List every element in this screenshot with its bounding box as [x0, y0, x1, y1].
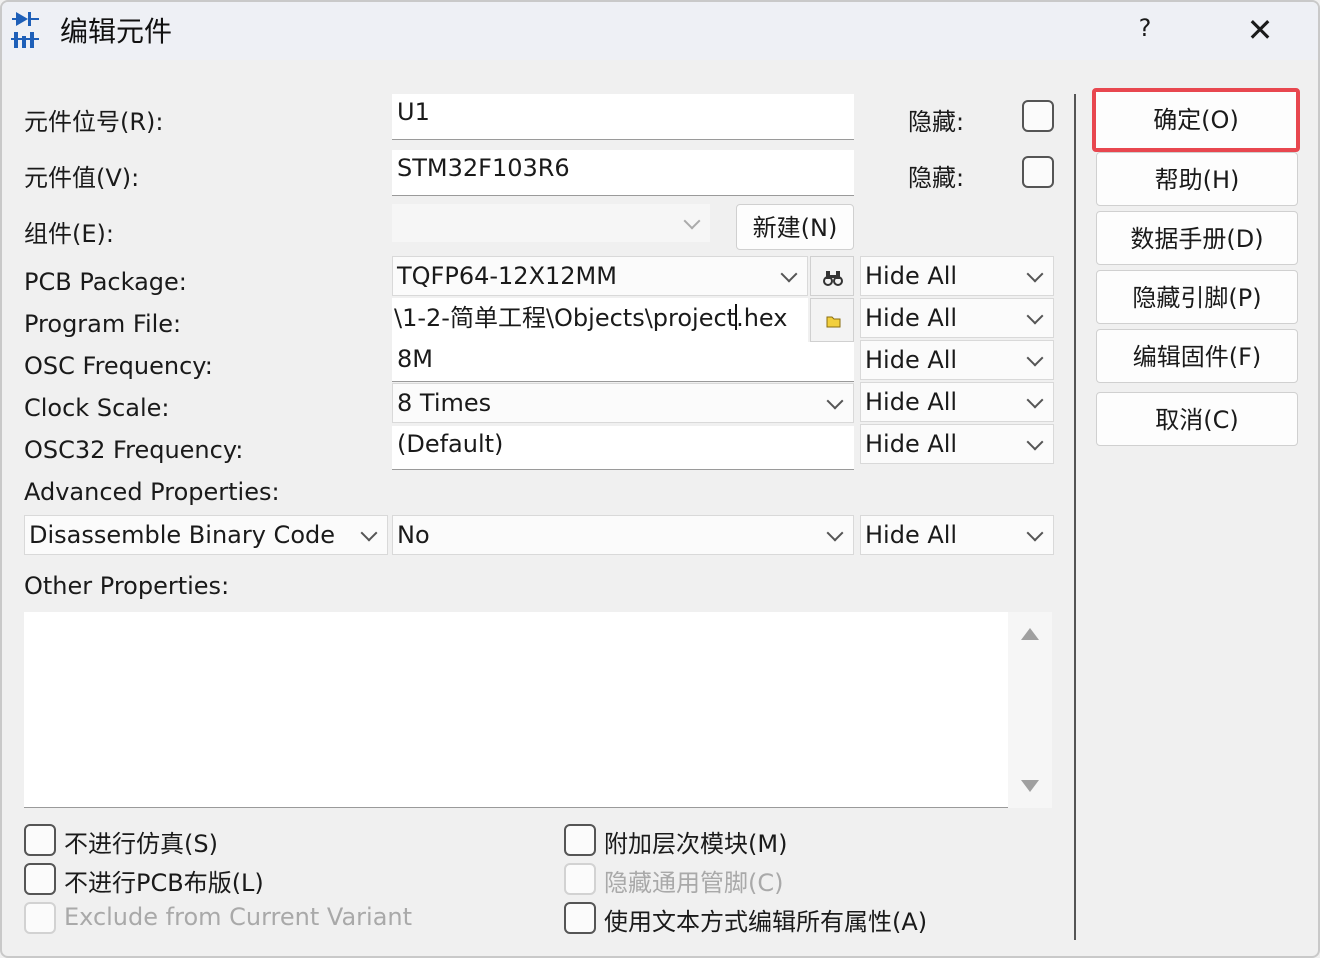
visibility-value: Hide All — [865, 521, 958, 549]
edit-component-dialog: 编辑元件 ? ✕ 元件位号(R): U1 隐藏: 元件值(V): STM32F1… — [0, 0, 1320, 958]
browse-package-button[interactable] — [810, 256, 854, 296]
help-title-button[interactable]: ? — [1130, 14, 1160, 46]
pcb-package-label: PCB Package: — [24, 268, 187, 296]
component-icon — [11, 12, 39, 48]
osc32-frequency-input[interactable]: (Default) — [392, 426, 854, 470]
hidden-pins-button[interactable]: 隐藏引脚(P) — [1096, 270, 1298, 324]
advanced-value-select[interactable]: No — [392, 515, 854, 555]
advanced-property-value: Disassemble Binary Code — [29, 521, 335, 549]
program-file-input[interactable]: \1-2-简单工程\Objects\project.hex — [392, 298, 808, 344]
scroll-up-icon[interactable] — [1021, 628, 1039, 640]
value-hidden-checkbox[interactable] — [1022, 156, 1054, 188]
visibility-value: Hide All — [865, 346, 958, 374]
exclude-variant-label: Exclude from Current Variant — [64, 903, 413, 931]
help-button[interactable]: 帮助(H) — [1096, 152, 1298, 206]
visibility-value: Hide All — [865, 262, 958, 290]
pcb-package-visibility-select[interactable]: Hide All — [860, 256, 1054, 296]
attach-module-label: 附加层次模块(M) — [604, 830, 788, 858]
program-file-path: \1-2-简单工程\Objects\project — [394, 304, 737, 332]
chevron-down-icon — [826, 524, 844, 542]
chevron-down-icon — [1026, 391, 1044, 409]
edit-firmware-button[interactable]: 编辑固件(F) — [1096, 329, 1298, 383]
exclude-variant-checkbox[interactable] — [24, 902, 56, 934]
program-file-visibility-select[interactable]: Hide All — [860, 298, 1054, 338]
edit-all-as-text-checkbox[interactable] — [564, 902, 596, 934]
value-hidden-label: 隐藏: — [908, 164, 965, 192]
chevron-down-icon — [1026, 265, 1044, 283]
other-properties-scrollbar[interactable] — [1008, 612, 1052, 808]
cancel-button[interactable]: 取消(C) — [1096, 392, 1298, 446]
chevron-down-icon — [1026, 307, 1044, 325]
pcb-package-select[interactable]: TQFP64-12X12MM — [392, 256, 808, 296]
advanced-property-select[interactable]: Disassemble Binary Code — [24, 515, 388, 555]
title-bar: 编辑元件 ? ✕ — [2, 2, 1318, 60]
value-input[interactable]: STM32F103R6 — [392, 150, 854, 196]
chevron-down-icon — [683, 212, 701, 230]
no-simulation-label: 不进行仿真(S) — [64, 830, 218, 858]
value-label: 元件值(V): — [24, 164, 140, 192]
clock-scale-visibility-select[interactable]: Hide All — [860, 382, 1054, 422]
no-pcb-checkbox[interactable] — [24, 863, 56, 895]
advanced-properties-label: Advanced Properties: — [24, 478, 280, 506]
visibility-value: Hide All — [865, 430, 958, 458]
ref-hidden-label: 隐藏: — [908, 108, 965, 136]
chevron-down-icon — [1026, 524, 1044, 542]
pcb-package-value: TQFP64-12X12MM — [397, 262, 617, 290]
chevron-down-icon — [360, 524, 378, 542]
clock-scale-value: 8 Times — [397, 389, 492, 417]
datasheet-button[interactable]: 数据手册(D) — [1096, 211, 1298, 265]
hide-common-pins-label: 隐藏通用管脚(C) — [604, 869, 784, 897]
ref-label: 元件位号(R): — [24, 108, 164, 136]
ok-button[interactable]: 确定(O) — [1092, 88, 1300, 152]
other-properties-label: Other Properties: — [24, 572, 230, 600]
advanced-visibility-select[interactable]: Hide All — [860, 515, 1054, 555]
chevron-down-icon — [826, 392, 844, 410]
clock-scale-select[interactable]: 8 Times — [392, 383, 854, 423]
ref-hidden-checkbox[interactable] — [1022, 100, 1054, 132]
dialog-title: 编辑元件 — [60, 15, 173, 48]
vertical-separator — [1074, 94, 1076, 940]
binoculars-icon — [823, 271, 843, 286]
scroll-down-icon[interactable] — [1021, 780, 1039, 792]
ref-input[interactable]: U1 — [392, 94, 854, 140]
folder-icon — [826, 316, 841, 328]
browse-file-button[interactable] — [810, 298, 854, 342]
osc32-frequency-label: OSC32 Frequency: — [24, 436, 244, 464]
close-button[interactable]: ✕ — [1240, 10, 1280, 50]
group-select[interactable] — [392, 204, 710, 242]
hide-common-pins-checkbox[interactable] — [564, 863, 596, 895]
advanced-value: No — [397, 521, 430, 549]
group-label: 组件(E): — [24, 220, 114, 248]
program-file-ext: .hex — [736, 304, 788, 332]
osc-frequency-input[interactable]: 8M — [392, 342, 854, 382]
visibility-value: Hide All — [865, 388, 958, 416]
osc32-frequency-visibility-select[interactable]: Hide All — [860, 424, 1054, 464]
no-pcb-label: 不进行PCB布版(L) — [64, 869, 264, 897]
program-file-label: Program File: — [24, 310, 182, 338]
new-button[interactable]: 新建(N) — [736, 204, 854, 250]
clock-scale-label: Clock Scale: — [24, 394, 170, 422]
edit-all-as-text-label: 使用文本方式编辑所有属性(A) — [604, 908, 928, 936]
visibility-value: Hide All — [865, 304, 958, 332]
chevron-down-icon — [1026, 433, 1044, 451]
attach-module-checkbox[interactable] — [564, 824, 596, 856]
no-simulation-checkbox[interactable] — [24, 824, 56, 856]
osc-frequency-visibility-select[interactable]: Hide All — [860, 340, 1054, 380]
osc-frequency-label: OSC Frequency: — [24, 352, 213, 380]
other-properties-textarea[interactable] — [24, 612, 1052, 808]
chevron-down-icon — [780, 265, 798, 283]
chevron-down-icon — [1026, 349, 1044, 367]
